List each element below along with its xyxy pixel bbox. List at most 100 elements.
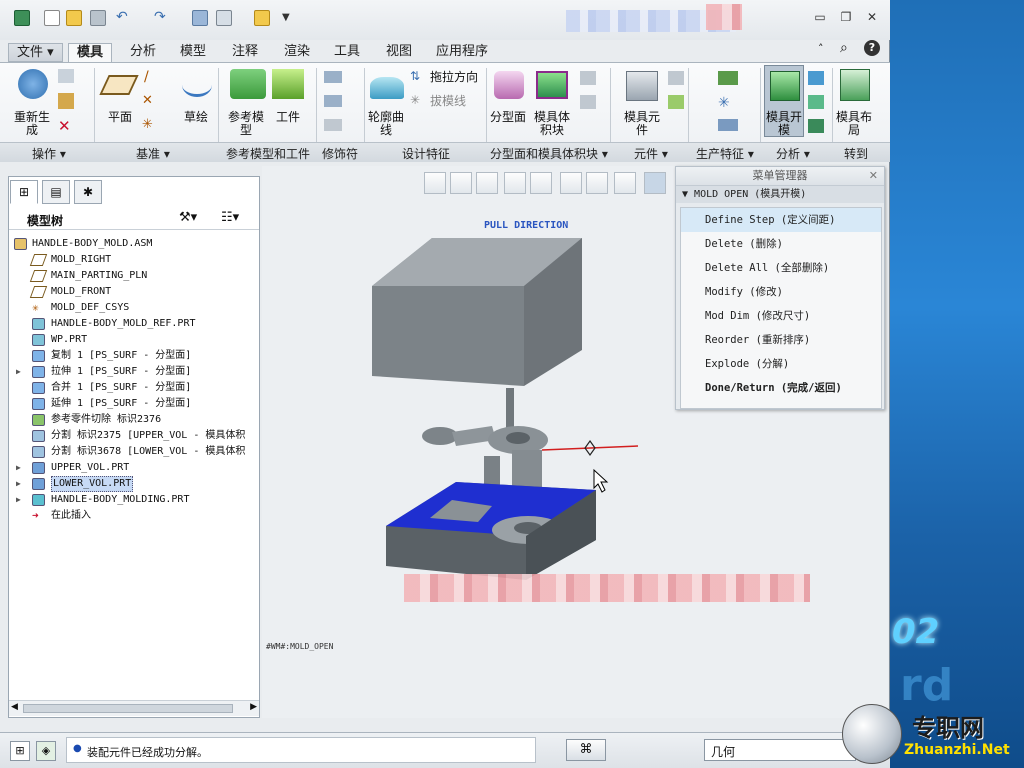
mold-component-icon[interactable] (626, 71, 658, 101)
menu-item[interactable]: Modify (修改) (681, 280, 881, 304)
modifier-icon[interactable] (324, 119, 342, 131)
plane-button[interactable]: 平面 (100, 111, 140, 124)
sketch-button[interactable]: 草绘 (176, 111, 216, 124)
pull-direction-icon[interactable]: ⇅ (410, 69, 420, 83)
tree-expand-icon[interactable]: ▶ (16, 460, 21, 476)
component-small2-icon[interactable] (668, 95, 684, 109)
close-icon[interactable]: ✕ (864, 10, 880, 24)
tree-item[interactable]: ▶ 拉伸 1 [PS_SURF - 分型面] (14, 364, 258, 380)
tree-item[interactable]: WP.PRT (14, 332, 258, 348)
analysis-icon-3[interactable] (808, 119, 824, 133)
tab-annotate[interactable]: 注释 (224, 43, 266, 62)
tree-item[interactable]: 复制 1 [PS_SURF - 分型面] (14, 348, 258, 364)
analysis-icon-1[interactable] (808, 71, 824, 85)
search-icon[interactable]: ⌕ (840, 40, 848, 56)
new-icon[interactable] (44, 10, 60, 26)
tree-settings-icon[interactable]: ⚒▾ (179, 210, 197, 225)
menu-item[interactable]: Delete (删除) (681, 232, 881, 256)
mold-layout-button[interactable]: 模具布局 (836, 111, 872, 137)
refit-icon[interactable] (424, 172, 446, 194)
tree-item[interactable]: ✳ MOLD_DEF_CSYS (14, 300, 258, 316)
menu-item[interactable]: Explode (分解) (681, 352, 881, 376)
tab-view[interactable]: 视图 (378, 43, 420, 62)
menu-item[interactable]: Done/Return (完成/返回) (681, 376, 881, 400)
silhouette-curve-icon[interactable] (370, 77, 404, 99)
copy-icon[interactable] (58, 69, 74, 83)
help-icon[interactable]: ? (864, 40, 880, 56)
display-style-icon[interactable] (530, 172, 552, 194)
model-tree-tab-icon[interactable]: ⊞ (10, 180, 38, 204)
tree-item[interactable]: 延伸 1 [PS_SURF - 分型面] (14, 396, 258, 412)
menu-item[interactable]: Reorder (重新排序) (681, 328, 881, 352)
workpiece-button[interactable]: 工件 (270, 111, 306, 124)
csys-small-icon[interactable]: ✳ (142, 117, 153, 132)
mold-volume-icon[interactable] (536, 71, 568, 99)
tree-item[interactable]: MOLD_RIGHT (14, 252, 258, 268)
parting-surface-icon[interactable] (494, 71, 524, 99)
shrink2-icon[interactable] (324, 95, 342, 107)
datum-display-icon[interactable] (614, 172, 636, 194)
parting-surface-button[interactable]: 分型面 (490, 111, 526, 124)
annotation-display-icon[interactable] (644, 172, 666, 194)
menu-item[interactable]: Define Step (定义间距) (681, 208, 881, 232)
undo-icon[interactable]: ↶ (116, 10, 132, 26)
mold-volume-button[interactable]: 模具体积块 (530, 111, 574, 137)
tab-mold[interactable]: 模具 (68, 43, 113, 62)
drag-direction-label[interactable]: 拖拉方向 (430, 71, 478, 84)
view-manager-icon[interactable] (586, 172, 608, 194)
mold-open-icon[interactable] (770, 71, 800, 101)
production-icon-3[interactable] (718, 119, 738, 131)
tree-item[interactable]: MAIN_PARTING_PLN (14, 268, 258, 284)
mold-component-button[interactable]: 模具元件 (620, 111, 664, 137)
analysis-icon-2[interactable] (808, 95, 824, 109)
tree-columns-icon[interactable]: ☷▾ (221, 210, 239, 225)
tab-analysis[interactable]: 分析 (122, 43, 164, 62)
show-navigator-icon[interactable]: ⊞ (10, 741, 30, 761)
production-icon-2[interactable]: ✳ (718, 95, 730, 111)
open-icon[interactable] (66, 10, 82, 26)
customize-icon[interactable]: ▼ (282, 10, 298, 26)
tree-item[interactable]: ▶ HANDLE-BODY_MOLDING.PRT (14, 492, 258, 508)
mold-layout-icon[interactable] (840, 69, 870, 101)
tree-item[interactable]: 参考零件切除 标识2376 (14, 412, 258, 428)
axis-icon[interactable]: / (144, 69, 149, 85)
selection-filter[interactable]: 几何 (704, 739, 856, 761)
menu-item[interactable]: Mod Dim (修改尺寸) (681, 304, 881, 328)
folder-icon[interactable] (254, 10, 270, 26)
tree-item[interactable]: HANDLE-BODY_MOLD_REF.PRT (14, 316, 258, 332)
workpiece-icon[interactable] (272, 69, 304, 99)
tree-item[interactable]: HANDLE-BODY_MOLD.ASM (14, 236, 258, 252)
find-icon[interactable]: ⌘ (566, 739, 606, 761)
menu-item[interactable]: Delete All (全部删除) (681, 256, 881, 280)
regenerate-button[interactable]: 重新生成 (12, 111, 52, 137)
tree-item[interactable]: ▶ LOWER_VOL.PRT (14, 476, 258, 492)
tree-expand-icon[interactable]: ▶ (16, 364, 21, 380)
tree-expand-icon[interactable]: ▶ (16, 476, 21, 492)
tree-expand-icon[interactable]: ▶ (16, 492, 21, 508)
tab-file[interactable]: 文件 ▾ (8, 43, 63, 62)
tree-item[interactable]: 分割 标识3678 [LOWER_VOL - 模具体积 (14, 444, 258, 460)
tree-horizontal-scrollbar[interactable]: ◀ ▶ (9, 700, 259, 716)
maximize-icon[interactable]: ❐ (838, 10, 854, 24)
production-icon-1[interactable] (718, 71, 738, 85)
show-browser-icon[interactable]: ◈ (36, 741, 56, 761)
reference-model-icon[interactable] (230, 69, 266, 99)
saved-views-icon[interactable] (560, 172, 582, 194)
delete-icon[interactable]: ✕ (58, 117, 71, 135)
volume-sketch-icon[interactable] (580, 95, 596, 109)
repaint-icon[interactable] (504, 172, 526, 194)
tree-item[interactable]: 合并 1 [PS_SURF - 分型面] (14, 380, 258, 396)
paste-icon[interactable] (58, 93, 74, 109)
menu-close-icon[interactable]: ✕ (869, 167, 878, 185)
minimize-icon[interactable]: ▭ (812, 10, 828, 24)
tab-tools[interactable]: 工具 (326, 43, 368, 62)
draft-line-label[interactable]: 拔模线 (430, 95, 466, 108)
tree-item[interactable]: MOLD_FRONT (14, 284, 258, 300)
tab-applications[interactable]: 应用程序 (428, 43, 496, 62)
tree-item[interactable]: ▶ UPPER_VOL.PRT (14, 460, 258, 476)
save-icon[interactable] (90, 10, 106, 26)
redo-icon[interactable]: ↷ (154, 10, 170, 26)
favorites-tab-icon[interactable]: ✱ (74, 180, 102, 204)
group-production[interactable]: 生产特征 ▾ (696, 145, 754, 162)
tab-model[interactable]: 模型 (172, 43, 214, 62)
